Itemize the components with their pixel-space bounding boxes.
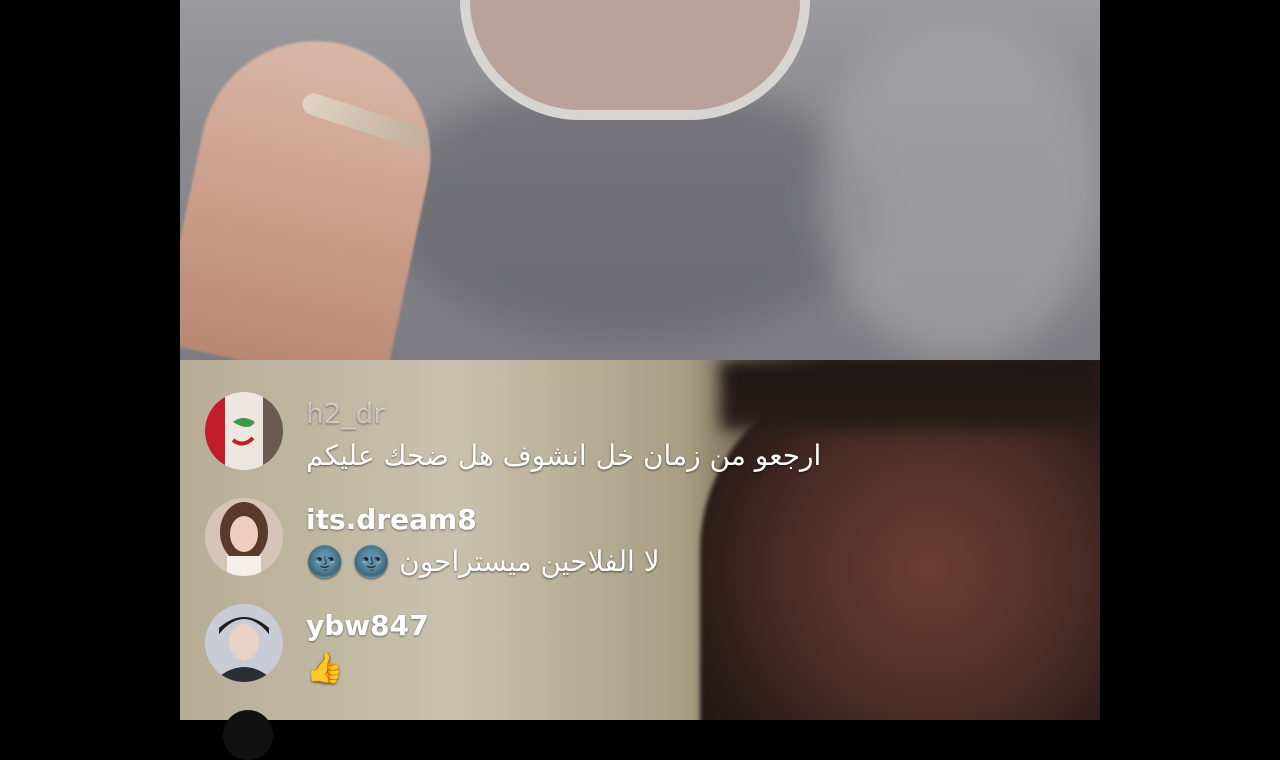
host-arm	[180, 19, 452, 360]
avatar[interactable]	[205, 498, 283, 576]
comment-message: 👍	[306, 650, 429, 687]
comment-item[interactable]: ybw847 👍	[205, 604, 1005, 710]
host-video-feed	[180, 0, 1100, 360]
avatar[interactable]	[205, 604, 283, 682]
comment-message-text: لا الفلاحين ميستراحون	[399, 545, 660, 578]
comment-message: لا الفلاحين ميستراحون 🌚 🌚	[306, 544, 660, 581]
new-moon-face-emoji-icon: 🌚 🌚	[306, 545, 391, 580]
comment-username[interactable]: its.dream8	[306, 504, 660, 536]
comment-username[interactable]: h2_dr	[306, 398, 821, 430]
comment-username[interactable]: ybw847	[306, 610, 429, 642]
comment-item[interactable]: h2_dr ارجعو من زمان خل انشوف هل ضحك عليك…	[205, 392, 1005, 498]
thumbs-up-emoji-icon: 👍	[306, 651, 344, 686]
avatar[interactable]	[223, 710, 273, 760]
comment-item[interactable]: its.dream8 لا الفلاحين ميستراحون 🌚 🌚	[205, 498, 1005, 604]
comments-overlay: h2_dr ارجعو من زمان خل انشوف هل ضحك عليك…	[205, 392, 1005, 710]
sleeve-highlight	[820, 20, 1100, 360]
comment-message: ارجعو من زمان خل انشوف هل ضحك عليكم	[306, 439, 822, 472]
avatar[interactable]	[205, 392, 283, 470]
